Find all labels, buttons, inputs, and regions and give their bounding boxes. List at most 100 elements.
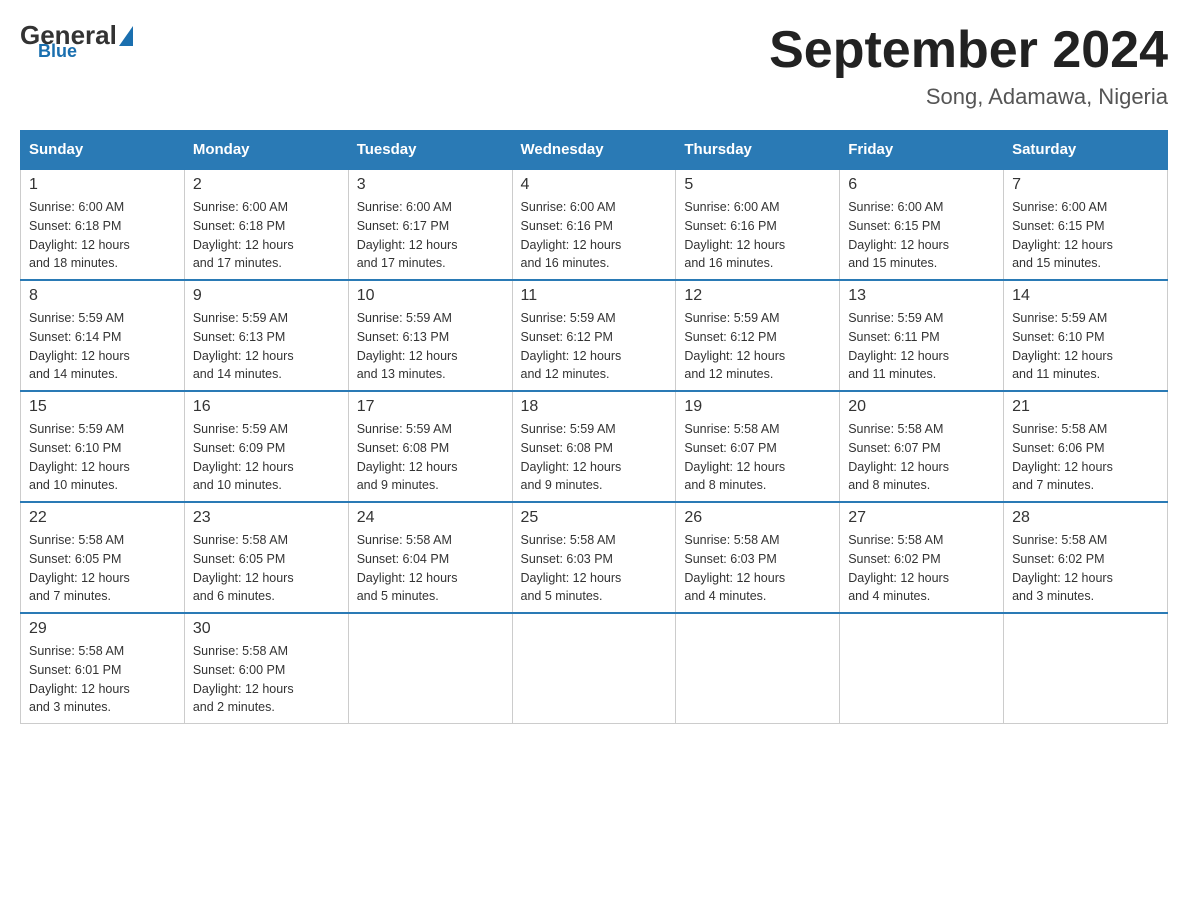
calendar-cell: 20 Sunrise: 5:58 AM Sunset: 6:07 PM Dayl… [840, 391, 1004, 502]
day-number: 1 [29, 176, 176, 194]
calendar-cell: 24 Sunrise: 5:58 AM Sunset: 6:04 PM Dayl… [348, 502, 512, 613]
day-number: 17 [357, 398, 504, 416]
calendar-cell: 6 Sunrise: 6:00 AM Sunset: 6:15 PM Dayli… [840, 169, 1004, 280]
day-info: Sunrise: 5:58 AM Sunset: 6:06 PM Dayligh… [1012, 420, 1159, 495]
calendar-cell: 25 Sunrise: 5:58 AM Sunset: 6:03 PM Dayl… [512, 502, 676, 613]
calendar-cell: 10 Sunrise: 5:59 AM Sunset: 6:13 PM Dayl… [348, 280, 512, 391]
day-number: 27 [848, 509, 995, 527]
calendar-cell: 13 Sunrise: 5:59 AM Sunset: 6:11 PM Dayl… [840, 280, 1004, 391]
day-info: Sunrise: 5:59 AM Sunset: 6:09 PM Dayligh… [193, 420, 340, 495]
calendar-cell: 29 Sunrise: 5:58 AM Sunset: 6:01 PM Dayl… [21, 613, 185, 724]
day-number: 9 [193, 287, 340, 305]
calendar-cell: 21 Sunrise: 5:58 AM Sunset: 6:06 PM Dayl… [1004, 391, 1168, 502]
day-number: 7 [1012, 176, 1159, 194]
calendar-cell: 30 Sunrise: 5:58 AM Sunset: 6:00 PM Dayl… [184, 613, 348, 724]
day-number: 25 [521, 509, 668, 527]
calendar-cell [676, 613, 840, 724]
day-info: Sunrise: 5:58 AM Sunset: 6:05 PM Dayligh… [29, 531, 176, 606]
day-info: Sunrise: 5:58 AM Sunset: 6:01 PM Dayligh… [29, 642, 176, 717]
day-number: 13 [848, 287, 995, 305]
day-header-sunday: Sunday [21, 131, 185, 170]
week-row-3: 15 Sunrise: 5:59 AM Sunset: 6:10 PM Dayl… [21, 391, 1168, 502]
calendar-cell: 22 Sunrise: 5:58 AM Sunset: 6:05 PM Dayl… [21, 502, 185, 613]
day-info: Sunrise: 6:00 AM Sunset: 6:18 PM Dayligh… [29, 198, 176, 273]
day-number: 3 [357, 176, 504, 194]
day-number: 4 [521, 176, 668, 194]
day-info: Sunrise: 5:59 AM Sunset: 6:10 PM Dayligh… [1012, 309, 1159, 384]
day-number: 8 [29, 287, 176, 305]
day-info: Sunrise: 5:59 AM Sunset: 6:08 PM Dayligh… [521, 420, 668, 495]
calendar-cell: 11 Sunrise: 5:59 AM Sunset: 6:12 PM Dayl… [512, 280, 676, 391]
calendar-cell: 8 Sunrise: 5:59 AM Sunset: 6:14 PM Dayli… [21, 280, 185, 391]
day-header-saturday: Saturday [1004, 131, 1168, 170]
day-info: Sunrise: 5:58 AM Sunset: 6:02 PM Dayligh… [848, 531, 995, 606]
day-info: Sunrise: 5:58 AM Sunset: 6:05 PM Dayligh… [193, 531, 340, 606]
day-info: Sunrise: 5:58 AM Sunset: 6:03 PM Dayligh… [521, 531, 668, 606]
calendar-cell [840, 613, 1004, 724]
calendar-cell: 26 Sunrise: 5:58 AM Sunset: 6:03 PM Dayl… [676, 502, 840, 613]
day-number: 23 [193, 509, 340, 527]
day-header-wednesday: Wednesday [512, 131, 676, 170]
day-number: 5 [684, 176, 831, 194]
calendar-cell: 9 Sunrise: 5:59 AM Sunset: 6:13 PM Dayli… [184, 280, 348, 391]
day-info: Sunrise: 6:00 AM Sunset: 6:17 PM Dayligh… [357, 198, 504, 273]
day-info: Sunrise: 5:59 AM Sunset: 6:11 PM Dayligh… [848, 309, 995, 384]
calendar-cell [1004, 613, 1168, 724]
logo: General Blue [20, 20, 133, 62]
calendar-cell: 3 Sunrise: 6:00 AM Sunset: 6:17 PM Dayli… [348, 169, 512, 280]
day-number: 30 [193, 620, 340, 638]
calendar-cell: 2 Sunrise: 6:00 AM Sunset: 6:18 PM Dayli… [184, 169, 348, 280]
location: Song, Adamawa, Nigeria [769, 84, 1168, 110]
day-number: 21 [1012, 398, 1159, 416]
day-info: Sunrise: 5:59 AM Sunset: 6:12 PM Dayligh… [684, 309, 831, 384]
day-info: Sunrise: 5:58 AM Sunset: 6:02 PM Dayligh… [1012, 531, 1159, 606]
logo-blue-text: Blue [38, 41, 77, 62]
day-header-thursday: Thursday [676, 131, 840, 170]
week-row-2: 8 Sunrise: 5:59 AM Sunset: 6:14 PM Dayli… [21, 280, 1168, 391]
page-header: General Blue September 2024 Song, Adamaw… [20, 20, 1168, 110]
day-info: Sunrise: 5:58 AM Sunset: 6:00 PM Dayligh… [193, 642, 340, 717]
calendar-cell: 28 Sunrise: 5:58 AM Sunset: 6:02 PM Dayl… [1004, 502, 1168, 613]
calendar-cell: 12 Sunrise: 5:59 AM Sunset: 6:12 PM Dayl… [676, 280, 840, 391]
calendar-cell: 23 Sunrise: 5:58 AM Sunset: 6:05 PM Dayl… [184, 502, 348, 613]
calendar-cell: 17 Sunrise: 5:59 AM Sunset: 6:08 PM Dayl… [348, 391, 512, 502]
days-header-row: SundayMondayTuesdayWednesdayThursdayFrid… [21, 131, 1168, 170]
week-row-4: 22 Sunrise: 5:58 AM Sunset: 6:05 PM Dayl… [21, 502, 1168, 613]
calendar-cell: 4 Sunrise: 6:00 AM Sunset: 6:16 PM Dayli… [512, 169, 676, 280]
day-info: Sunrise: 5:59 AM Sunset: 6:10 PM Dayligh… [29, 420, 176, 495]
day-number: 11 [521, 287, 668, 305]
day-number: 20 [848, 398, 995, 416]
calendar-cell: 19 Sunrise: 5:58 AM Sunset: 6:07 PM Dayl… [676, 391, 840, 502]
day-number: 16 [193, 398, 340, 416]
day-number: 28 [1012, 509, 1159, 527]
logo-triangle-icon [119, 26, 133, 46]
day-number: 26 [684, 509, 831, 527]
week-row-5: 29 Sunrise: 5:58 AM Sunset: 6:01 PM Dayl… [21, 613, 1168, 724]
day-number: 18 [521, 398, 668, 416]
day-number: 12 [684, 287, 831, 305]
calendar-cell: 7 Sunrise: 6:00 AM Sunset: 6:15 PM Dayli… [1004, 169, 1168, 280]
day-number: 22 [29, 509, 176, 527]
day-info: Sunrise: 6:00 AM Sunset: 6:16 PM Dayligh… [521, 198, 668, 273]
day-number: 29 [29, 620, 176, 638]
day-info: Sunrise: 5:59 AM Sunset: 6:14 PM Dayligh… [29, 309, 176, 384]
day-info: Sunrise: 6:00 AM Sunset: 6:16 PM Dayligh… [684, 198, 831, 273]
day-number: 24 [357, 509, 504, 527]
calendar-cell: 1 Sunrise: 6:00 AM Sunset: 6:18 PM Dayli… [21, 169, 185, 280]
calendar-cell: 5 Sunrise: 6:00 AM Sunset: 6:16 PM Dayli… [676, 169, 840, 280]
day-number: 15 [29, 398, 176, 416]
title-block: September 2024 Song, Adamawa, Nigeria [769, 20, 1168, 110]
day-header-friday: Friday [840, 131, 1004, 170]
day-info: Sunrise: 5:59 AM Sunset: 6:08 PM Dayligh… [357, 420, 504, 495]
day-info: Sunrise: 5:58 AM Sunset: 6:07 PM Dayligh… [684, 420, 831, 495]
day-number: 19 [684, 398, 831, 416]
calendar-cell: 14 Sunrise: 5:59 AM Sunset: 6:10 PM Dayl… [1004, 280, 1168, 391]
week-row-1: 1 Sunrise: 6:00 AM Sunset: 6:18 PM Dayli… [21, 169, 1168, 280]
calendar-cell: 18 Sunrise: 5:59 AM Sunset: 6:08 PM Dayl… [512, 391, 676, 502]
day-header-tuesday: Tuesday [348, 131, 512, 170]
day-info: Sunrise: 5:58 AM Sunset: 6:07 PM Dayligh… [848, 420, 995, 495]
day-info: Sunrise: 5:59 AM Sunset: 6:13 PM Dayligh… [357, 309, 504, 384]
calendar-cell: 15 Sunrise: 5:59 AM Sunset: 6:10 PM Dayl… [21, 391, 185, 502]
day-info: Sunrise: 5:58 AM Sunset: 6:03 PM Dayligh… [684, 531, 831, 606]
day-number: 6 [848, 176, 995, 194]
